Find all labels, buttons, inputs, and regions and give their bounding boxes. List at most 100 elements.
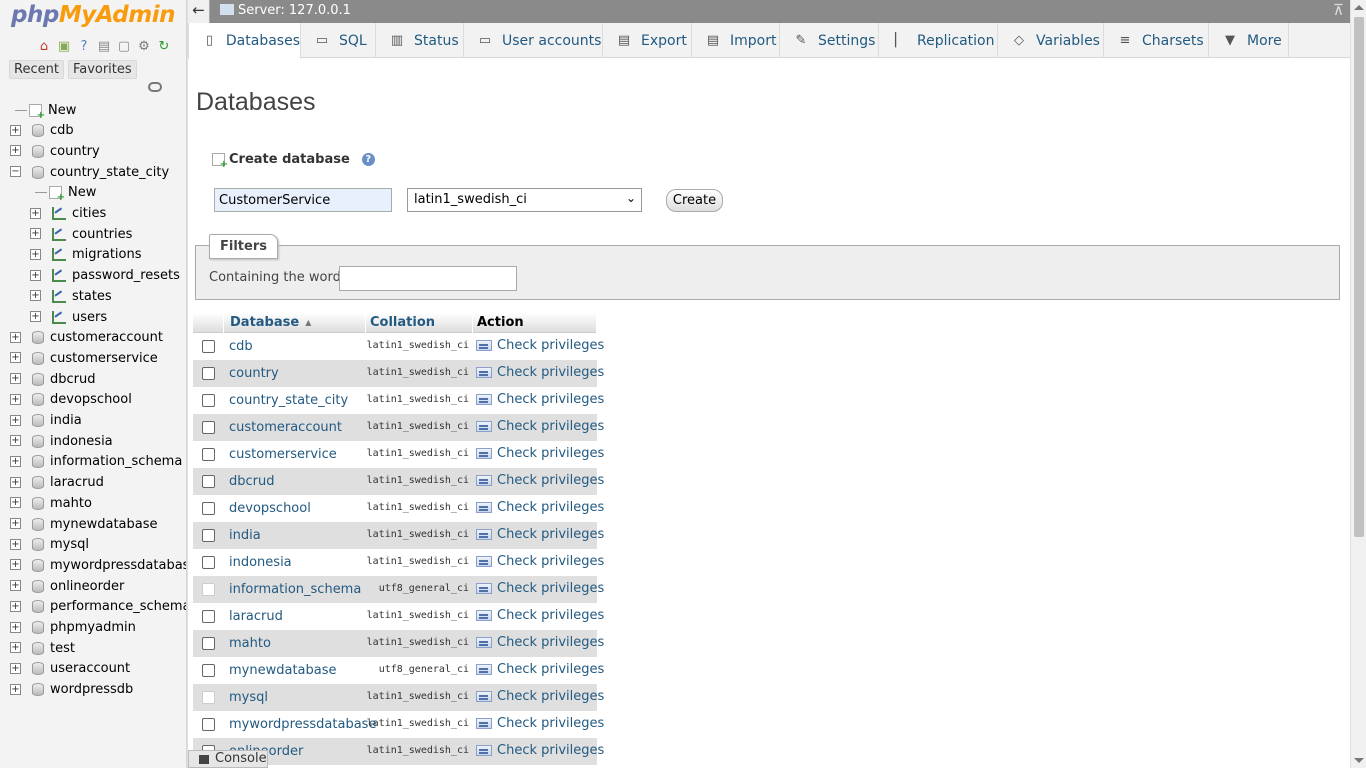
collation-column-header[interactable]: Collation (370, 313, 473, 333)
row-checkbox[interactable] (202, 394, 215, 407)
help-icon[interactable]: ? (361, 153, 375, 166)
row-checkbox[interactable] (202, 637, 215, 650)
tree-item[interactable]: + states (30, 286, 112, 306)
check-privileges-link[interactable]: Check privileges (476, 608, 604, 623)
check-privileges-link[interactable]: Check privileges (476, 446, 604, 461)
check-privileges-link[interactable]: Check privileges (476, 473, 604, 488)
tab-charsets[interactable]: ≡ Charsets (1104, 23, 1209, 58)
tree-item[interactable]: + cities (30, 204, 106, 224)
check-privileges-link[interactable]: Check privileges (476, 419, 604, 434)
expand-icon[interactable]: + (10, 352, 21, 364)
tree-item[interactable]: + dbcrud (10, 369, 96, 389)
link-icon[interactable] (148, 82, 162, 92)
check-privileges-link[interactable]: Check privileges (476, 716, 604, 731)
documentation-icon[interactable]: ▤ (96, 40, 112, 54)
database-name-link[interactable]: mywordpressdatabase (229, 717, 376, 732)
row-checkbox[interactable] (202, 529, 215, 542)
expand-icon[interactable]: + (10, 414, 21, 426)
database-name-link[interactable]: india (229, 528, 261, 543)
check-privileges-link[interactable]: Check privileges (476, 635, 604, 650)
expand-icon[interactable]: + (10, 642, 21, 654)
expand-icon[interactable]: + (30, 228, 41, 240)
tab-replication[interactable]: ▏ Replication (879, 23, 998, 58)
server-breadcrumb[interactable]: Server: 127.0.0.1 (220, 3, 351, 18)
row-checkbox[interactable] (202, 718, 215, 731)
page-scrollbar[interactable] (1350, 0, 1366, 768)
database-name-link[interactable]: information_schema (229, 582, 361, 597)
tree-item[interactable]: + indonesia (10, 431, 113, 451)
tree-item[interactable]: + cdb (10, 121, 74, 141)
tree-item[interactable]: + mywordpressdatabase (10, 555, 186, 575)
database-name-link[interactable]: indonesia (229, 555, 292, 570)
tree-item[interactable]: + information_schema (10, 452, 182, 472)
tree-item[interactable]: + customeraccount (10, 328, 163, 348)
expand-icon[interactable]: + (10, 393, 21, 405)
tree-item[interactable]: + country (10, 141, 100, 161)
tree-item[interactable]: + wordpressdb (10, 680, 133, 700)
tab-export[interactable]: ▤ Export (603, 23, 692, 58)
expand-icon[interactable]: + (10, 600, 21, 612)
check-privileges-link[interactable]: Check privileges (476, 392, 604, 407)
row-checkbox[interactable] (202, 367, 215, 380)
tree-item[interactable]: + useraccount (10, 659, 130, 679)
tree-item[interactable]: New (33, 183, 96, 203)
tree-item[interactable]: + test (10, 638, 75, 658)
expand-icon[interactable]: + (10, 455, 21, 467)
tab-settings[interactable]: ✎ Settings (780, 23, 879, 58)
help-icon[interactable]: ? (76, 40, 92, 54)
expand-icon[interactable]: + (10, 559, 21, 571)
scroll-up-arrow-icon[interactable] (1354, 5, 1364, 10)
copy-icon[interactable]: ▢ (116, 40, 132, 54)
gear-icon[interactable]: ⚙ (136, 40, 152, 54)
console-bar[interactable]: Console (188, 750, 268, 768)
tab-databases[interactable]: ▯ Databases (188, 23, 301, 59)
tree-item[interactable]: + phpmyadmin (10, 618, 136, 638)
create-button[interactable]: Create (666, 189, 723, 212)
database-name-link[interactable]: devopschool (229, 501, 311, 516)
tab-status[interactable]: ▥ Status (376, 23, 464, 58)
database-name-link[interactable]: laracrud (229, 609, 283, 624)
database-column-header[interactable]: Database ▲ (230, 313, 366, 333)
check-privileges-link[interactable]: Check privileges (476, 365, 604, 380)
tree-item[interactable]: + laracrud (10, 473, 104, 493)
check-privileges-link[interactable]: Check privileges (476, 743, 604, 758)
tree-item[interactable]: + mynewdatabase (10, 514, 158, 534)
check-privileges-link[interactable]: Check privileges (476, 554, 604, 569)
expand-icon[interactable]: + (30, 248, 41, 260)
tab-sql[interactable]: ▭ SQL (301, 23, 376, 58)
expand-icon[interactable]: + (10, 145, 21, 157)
expand-icon[interactable]: + (30, 290, 41, 302)
database-name-link[interactable]: mysql (229, 690, 268, 705)
tree-item[interactable]: + users (30, 307, 107, 327)
row-checkbox[interactable] (202, 448, 215, 461)
tree-item[interactable]: + customerservice (10, 348, 158, 368)
row-checkbox[interactable] (202, 664, 215, 677)
expand-icon[interactable]: + (10, 497, 21, 509)
tree-item[interactable]: + password_resets (30, 266, 180, 286)
tree-item[interactable]: − country_state_city (10, 162, 169, 182)
phpmyadmin-logo[interactable]: phpMyAdmin (11, 2, 175, 28)
collation-select[interactable]: latin1_swedish_ci ⌄ (407, 188, 642, 212)
tree-item[interactable]: + mysql (10, 535, 89, 555)
expand-icon[interactable]: + (10, 683, 21, 695)
check-privileges-link[interactable]: Check privileges (476, 662, 604, 677)
expand-icon[interactable]: + (10, 580, 21, 592)
tree-item[interactable]: + devopschool (10, 390, 132, 410)
scroll-down-arrow-icon[interactable] (1354, 758, 1364, 763)
tree-item[interactable]: + countries (30, 224, 132, 244)
expand-icon[interactable]: + (10, 435, 21, 447)
recent-tab[interactable]: Recent (9, 60, 64, 79)
expand-icon[interactable]: + (10, 518, 21, 529)
database-name-link[interactable]: country_state_city (229, 393, 348, 408)
home-icon[interactable]: ⌂ (36, 40, 52, 54)
row-checkbox[interactable] (202, 502, 215, 515)
expand-icon[interactable]: + (10, 331, 21, 343)
check-privileges-link[interactable]: Check privileges (476, 338, 604, 353)
database-name-link[interactable]: country (229, 366, 279, 381)
tree-item[interactable]: New (13, 100, 76, 121)
collapse-icon[interactable]: − (10, 166, 21, 178)
check-privileges-link[interactable]: Check privileges (476, 527, 604, 542)
tab-more[interactable]: ▼ More (1209, 23, 1289, 58)
database-name-link[interactable]: mynewdatabase (229, 663, 337, 678)
expand-icon[interactable]: + (10, 476, 21, 488)
